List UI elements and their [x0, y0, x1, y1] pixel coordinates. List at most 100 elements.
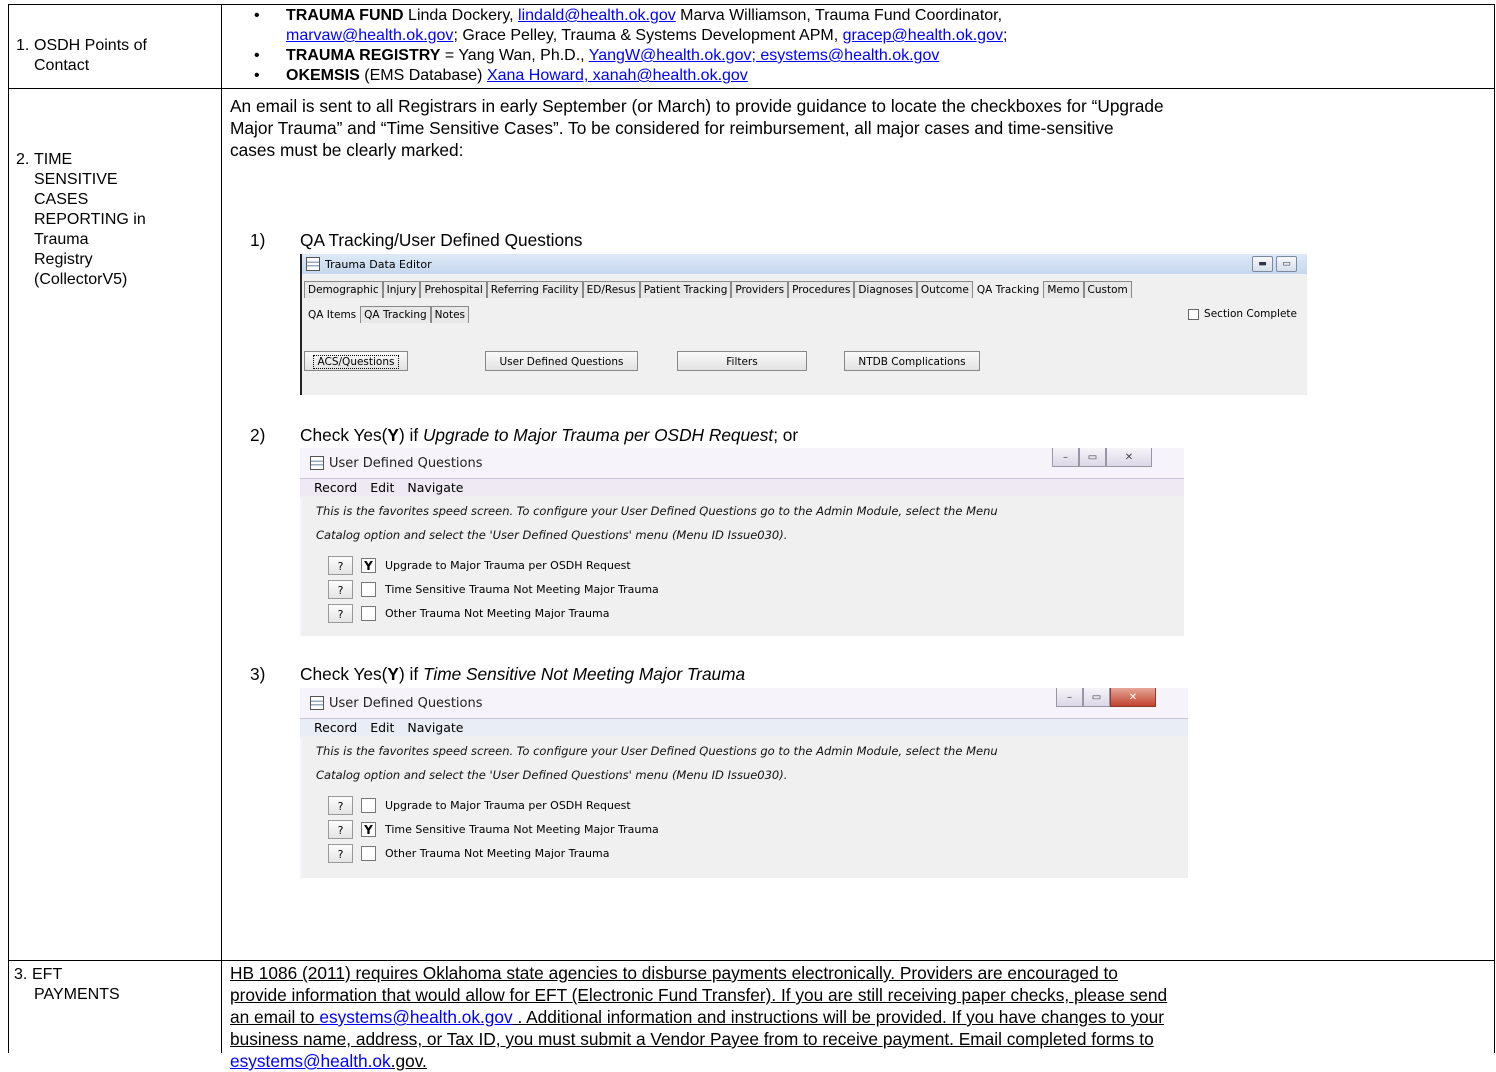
row2-label-line: CASES [34, 191, 89, 208]
close-icon[interactable]: ✕ [1106, 448, 1152, 467]
editor-title: Trauma Data Editor [325, 257, 432, 271]
answer-checkbox[interactable]: Y [361, 558, 376, 573]
app-icon [310, 456, 324, 470]
step-2: 2) Check Yes(Y) if Upgrade to Major Traum… [250, 425, 799, 445]
section-complete-checkbox[interactable]: Section Complete [1188, 308, 1297, 320]
menu-record[interactable]: Record [314, 479, 357, 497]
minimize-icon[interactable]: – [1056, 688, 1083, 707]
udq-note-line-2: Catalog option and select the 'User Defi… [316, 528, 788, 542]
tab-providers[interactable]: Providers [731, 281, 789, 298]
menu-navigate[interactable]: Navigate [407, 719, 463, 737]
help-button[interactable]: ? [328, 604, 353, 623]
help-button[interactable]: ? [328, 580, 353, 599]
editor-tabs: Demographic Injury Prehospital Referring Fa… [304, 281, 1132, 298]
question-row: ? Y Upgrade to Major Trauma per OSDH Reque… [328, 556, 631, 575]
trauma-data-editor-window: Trauma Data Editor ▬ ▭ Demographic Injury… [300, 254, 1307, 395]
tab-demographic[interactable]: Demographic [304, 281, 383, 298]
table-border-left [8, 4, 9, 1053]
question-row: ? Y Time Sensitive Trauma Not Meeting Majo… [328, 820, 659, 839]
help-button[interactable]: ? [328, 844, 353, 863]
question-row: ? Other Trauma Not Meeting Major Trauma [328, 604, 609, 623]
maximize-icon[interactable]: ▭ [1079, 448, 1106, 467]
answer-checkbox[interactable]: Y [361, 822, 376, 837]
tab-injury[interactable]: Injury [382, 281, 421, 298]
tab-prehospital[interactable]: Prehospital [420, 281, 487, 298]
user-defined-questions-window-2: User Defined Questions – ▭ ✕ Record Edit… [300, 688, 1188, 878]
tab-referring-facility[interactable]: Referring Facility [486, 281, 583, 298]
contact-trauma-registry: • TRAUMA REGISTRY = Yang Wan, Ph.D., Yang… [254, 47, 940, 64]
email-link-esystems-2[interactable]: esystems@health.ok [230, 1051, 391, 1071]
checkbox-icon [1188, 308, 1200, 320]
udq-note-line-2: Catalog option and select the 'User Defi… [316, 768, 788, 782]
eft-paragraph: HB 1086 (2011) requires Oklahoma state a… [230, 963, 1168, 1071]
acs-questions-button[interactable]: ACS/Questions [304, 351, 408, 371]
maximize-icon[interactable]: ▭ [1276, 256, 1297, 272]
email-link-xanah[interactable]: Xana Howard, xanah@health.ok.gov [487, 67, 748, 84]
tab-memo[interactable]: Memo [1043, 281, 1084, 298]
udq-note-line-1: This is the favorites speed screen. To c… [316, 744, 998, 758]
answer-checkbox[interactable] [361, 798, 376, 813]
contact-okemsis: • OKEMSIS (EMS Database) Xana Howard, xan… [254, 67, 748, 84]
ntdb-complications-button[interactable]: NTDB Complications [844, 351, 980, 371]
help-button[interactable]: ? [328, 796, 353, 815]
user-defined-questions-button[interactable]: User Defined Questions [485, 351, 638, 371]
close-icon[interactable]: ✕ [1110, 688, 1156, 707]
help-button[interactable]: ? [328, 820, 353, 839]
email-link-marvaw[interactable]: marvaw@health.ok.gov [286, 27, 453, 44]
tab-patient-tracking[interactable]: Patient Tracking [639, 281, 732, 298]
editor-subtabs: QA Items QA Tracking Notes [304, 306, 469, 323]
table-border-top [8, 4, 1495, 5]
help-button[interactable]: ? [328, 556, 353, 575]
contacts-list: • TRAUMA FUND Linda Dockery, lindald@heal… [236, 6, 1486, 86]
menu-edit[interactable]: Edit [370, 719, 394, 737]
menu-record[interactable]: Record [314, 719, 357, 737]
tab-procedures[interactable]: Procedures [788, 281, 855, 298]
tab-diagnoses[interactable]: Diagnoses [854, 281, 917, 298]
document-table: 1. OSDH Points of Contact • TRAUMA FUND Lin… [0, 0, 1496, 1071]
minimize-icon[interactable]: – [1052, 448, 1079, 467]
column-divider [221, 4, 222, 1053]
question-row: ? Time Sensitive Trauma Not Meeting Major… [328, 580, 659, 599]
row3-label: 3. EFT PAYMENTS [14, 966, 120, 1003]
step-3: 3) Check Yes(Y) if Time Sensitive Not Mee… [250, 664, 746, 684]
row2-label-line: REPORTING in [34, 211, 146, 228]
row2-label-line: (CollectorV5) [34, 271, 128, 288]
menu-navigate[interactable]: Navigate [407, 479, 463, 497]
answer-checkbox[interactable] [361, 582, 376, 597]
email-link-lindald[interactable]: lindald@health.ok.gov [518, 7, 676, 24]
filters-button[interactable]: Filters [677, 351, 807, 371]
email-link-esystems[interactable]: esystems@health.ok.gov [319, 1007, 512, 1027]
answer-checkbox[interactable] [361, 606, 376, 621]
tab-outcome[interactable]: Outcome [916, 281, 973, 298]
row2-label-line: SENSITIVE [34, 171, 118, 188]
udq-body: This is the favorites speed screen. To c… [302, 736, 1188, 878]
row-divider-2 [8, 960, 1495, 961]
email-link-yangw[interactable]: YangW@health.ok.gov; esystems@health.ok.… [589, 47, 940, 64]
menu-edit[interactable]: Edit [370, 479, 394, 497]
minimize-icon[interactable]: ▬ [1252, 256, 1273, 272]
user-defined-questions-window-1: User Defined Questions – ▭ ✕ Record Edit… [300, 448, 1184, 636]
maximize-icon[interactable]: ▭ [1083, 688, 1110, 707]
answer-checkbox[interactable] [361, 846, 376, 861]
row2-label-line: Registry [34, 251, 93, 268]
contact-trauma-fund: • TRAUMA FUND Linda Dockery, lindald@heal… [254, 7, 1008, 44]
question-row: ? Other Trauma Not Meeting Major Trauma [328, 844, 609, 863]
row-divider-1 [8, 88, 1495, 89]
udq-note-line-1: This is the favorites speed screen. To c… [316, 504, 998, 518]
app-icon [310, 696, 324, 710]
step-1: 1) QA Tracking/User Defined Questions [250, 230, 583, 250]
tab-custom[interactable]: Custom [1083, 281, 1132, 298]
question-row: ? Upgrade to Major Trauma per OSDH Reques… [328, 796, 631, 815]
subtab-notes[interactable]: Notes [430, 306, 469, 323]
udq-body: This is the favorites speed screen. To c… [302, 496, 1184, 636]
row2-label: 2. TIME SENSITIVE CASES REPORTING in Trauma Re… [16, 151, 146, 288]
tab-ed-resus[interactable]: ED/Resus [582, 281, 640, 298]
udq-window-controls: – ▭ ✕ [1052, 448, 1152, 467]
udq-titlebar: User Defined Questions [300, 688, 1188, 718]
subtab-qa-tracking[interactable]: QA Tracking [360, 306, 431, 323]
tab-qa-tracking[interactable]: QA Tracking [972, 281, 1044, 298]
subtab-qa-items[interactable]: QA Items [304, 306, 361, 323]
row2-label-line: TIME [34, 151, 73, 168]
email-link-gracep[interactable]: gracep@health.ok.gov [843, 27, 1003, 44]
udq-menubar: Record Edit Navigate [300, 718, 1188, 737]
